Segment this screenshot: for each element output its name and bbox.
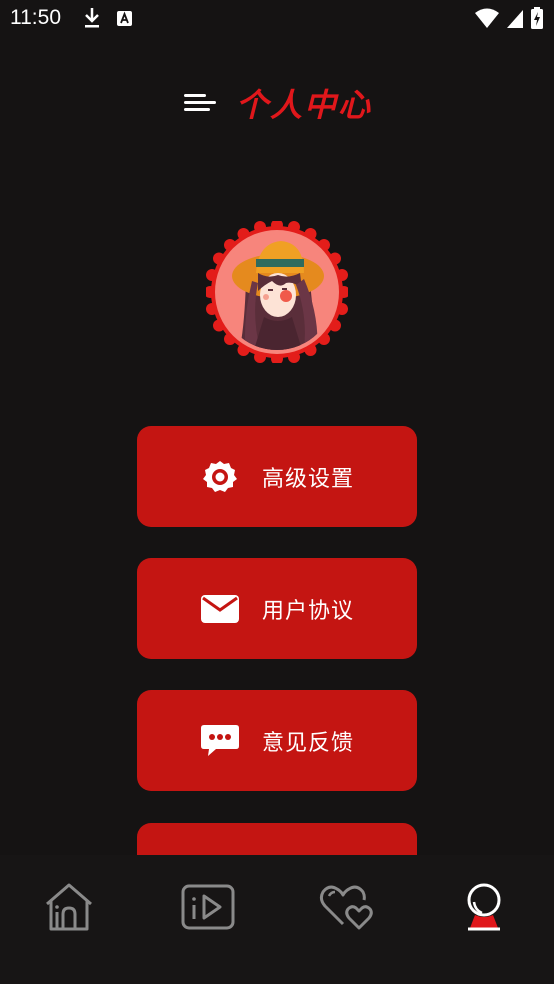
home-icon	[43, 882, 95, 936]
header: 个人中心	[0, 78, 554, 128]
signal-icon	[506, 7, 524, 33]
nav-home[interactable]	[39, 879, 99, 939]
user-agreement-label: 用户协议	[261, 598, 354, 624]
profile-icon	[464, 882, 504, 936]
hearts-icon	[317, 882, 375, 936]
download-icon	[82, 6, 102, 34]
nav-video[interactable]	[178, 879, 238, 939]
status-bar: 11:50	[0, 0, 554, 38]
video-icon	[180, 883, 236, 935]
nav-favorites[interactable]	[316, 879, 376, 939]
battery-icon	[530, 6, 544, 34]
wifi-icon	[474, 7, 500, 33]
page-title: 个人中心	[235, 86, 372, 124]
menu-list: 高级设置 用户协议 意见反馈	[137, 426, 417, 822]
nav-profile[interactable]	[454, 879, 514, 939]
menu-item-partial[interactable]	[137, 823, 417, 855]
advanced-settings-label: 高级设置	[261, 466, 354, 492]
user-agreement-button[interactable]: 用户协议	[137, 558, 417, 659]
feedback-button[interactable]: 意见反馈	[137, 690, 417, 791]
feedback-label: 意见反馈	[261, 730, 354, 756]
bottom-nav	[0, 855, 554, 984]
advanced-settings-button[interactable]: 高级设置	[137, 426, 417, 527]
menu-icon[interactable]	[182, 89, 218, 117]
chat-bubble-icon	[200, 721, 240, 761]
envelope-icon	[200, 589, 240, 629]
gear-icon	[200, 457, 240, 497]
status-time: 11:50	[10, 6, 61, 29]
avatar[interactable]	[204, 219, 350, 365]
app-notification-icon	[116, 6, 134, 34]
